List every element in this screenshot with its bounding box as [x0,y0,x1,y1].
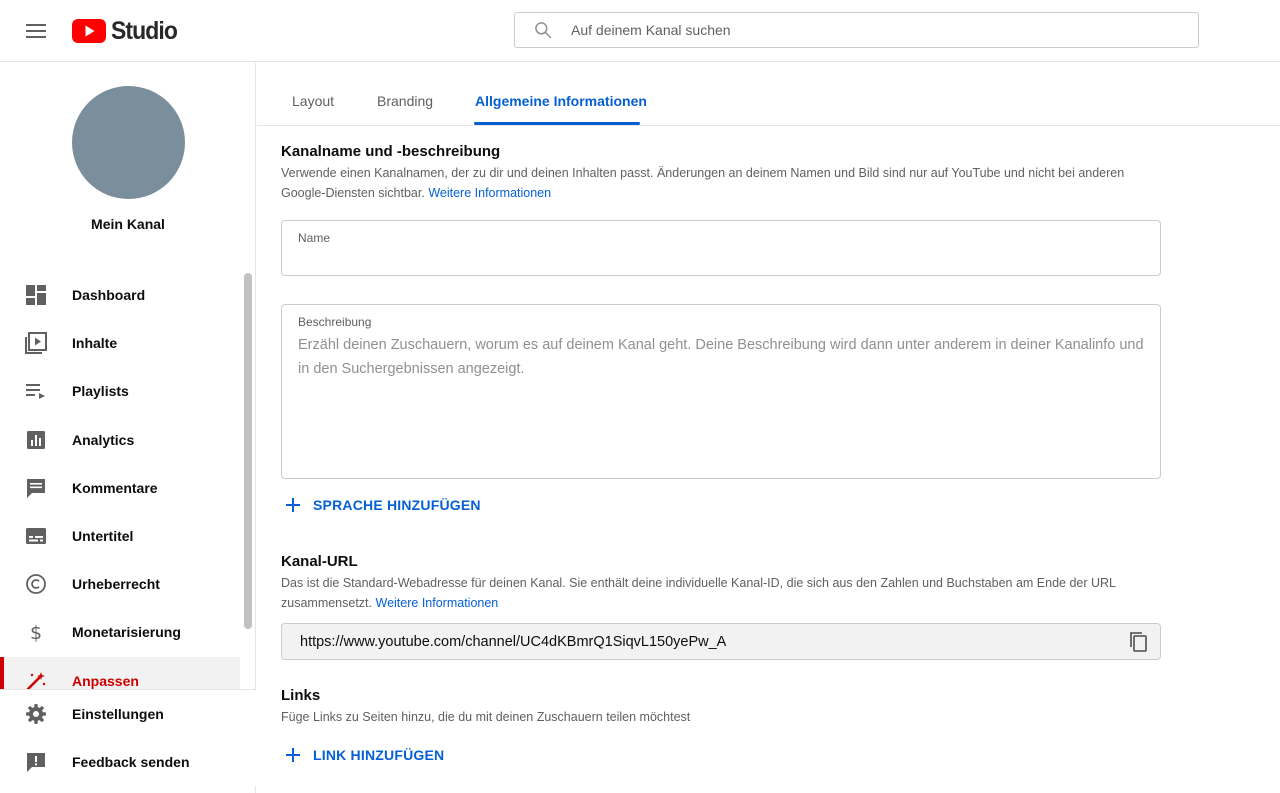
search-icon[interactable] [533,20,553,40]
description-field[interactable]: Beschreibung Erzähl deinen Zuschauern, w… [281,304,1161,479]
active-tab-underline [474,122,640,125]
name-section-description-text: Verwende einen Kanalnamen, der zu dir un… [281,166,1125,200]
url-section-title: Kanal-URL [281,553,358,570]
search-input[interactable] [571,22,1171,38]
learn-more-link[interactable]: Weitere Informationen [376,596,499,610]
name-field[interactable]: Name [281,220,1161,276]
tab-layout[interactable]: Layout [292,93,334,109]
channel-url-field[interactable]: https://www.youtube.com/channel/UC4dKBmr… [281,623,1161,660]
sidebar-item-playlists[interactable]: Playlists [0,367,240,415]
sidebar-item-label: Monetarisierung [72,624,181,641]
sidebar-item-label: Urheberrecht [72,576,160,593]
sidebar-item-label: Dashboard [72,287,146,304]
content-icon [24,331,48,355]
add-link-label: LINK HINZUFÜGEN [313,747,445,763]
sidebar-item-label: Playlists [72,383,129,400]
playlist-icon [24,379,48,403]
sidebar-item-untertitel[interactable]: Untertitel [0,512,240,560]
sidebar-bottom-nav: Einstellungen Feedback senden [0,689,256,787]
dollar-icon: $ [24,620,48,644]
main-content: Layout Branding Allgemeine Informationen… [257,63,1280,793]
add-link-button[interactable]: LINK HINZUFÜGEN [281,743,444,767]
search-box[interactable] [514,12,1199,48]
learn-more-link[interactable]: Weitere Informationen [428,186,551,200]
description-field-placeholder: Erzähl deinen Zuschauern, worum es auf d… [298,337,1144,377]
copy-icon[interactable] [1126,630,1150,654]
comments-icon [24,476,48,500]
sidebar: Mein Kanal Dashboard Inhalte Playlists A… [0,63,256,793]
links-section-title: Links [281,687,321,704]
svg-text:$: $ [30,622,42,643]
tab-allgemeine-informationen[interactable]: Allgemeine Informationen [475,93,647,109]
sidebar-nav: Dashboard Inhalte Playlists Analytics Ko… [0,271,240,705]
plus-icon [281,493,305,517]
url-section-description: Das ist die Standard-Webadresse für dein… [281,573,1161,613]
links-section-description: Füge Links zu Seiten hinzu, die du mit d… [281,710,691,724]
dashboard-icon [24,283,48,307]
sidebar-item-einstellungen[interactable]: Einstellungen [0,690,256,738]
add-language-label: SPRACHE HINZUFÜGEN [313,497,481,513]
sidebar-item-label: Anpassen [72,672,139,689]
sidebar-item-inhalte[interactable]: Inhalte [0,319,240,367]
logo-text: Studio [111,16,178,45]
sidebar-item-label: Inhalte [72,335,118,352]
sidebar-item-label: Kommentare [72,479,158,496]
tab-branding[interactable]: Branding [377,93,433,109]
sidebar-item-kommentare[interactable]: Kommentare [0,464,240,512]
sidebar-item-feedback[interactable]: Feedback senden [0,738,256,786]
studio-logo[interactable]: Studio [72,16,183,46]
sidebar-item-label: Einstellungen [72,706,164,723]
sidebar-item-label: Untertitel [72,528,134,545]
plus-icon [281,743,305,767]
add-language-button[interactable]: SPRACHE HINZUFÜGEN [281,493,481,517]
sidebar-scrollbar[interactable] [244,273,252,629]
name-field-label: Name [298,231,331,245]
channel-avatar[interactable] [72,86,185,199]
sidebar-item-label: Feedback senden [72,754,190,771]
sidebar-item-urheberrecht[interactable]: Urheberrecht [0,560,240,608]
top-header: Studio [0,0,1280,62]
subtitles-icon [24,524,48,548]
name-section-description: Verwende einen Kanalnamen, der zu dir un… [281,163,1161,203]
sidebar-item-label: Analytics [72,431,135,448]
channel-name: Mein Kanal [91,216,165,232]
name-section-title: Kanalname und -beschreibung [281,143,501,160]
feedback-icon [24,750,48,774]
sidebar-item-analytics[interactable]: Analytics [0,416,240,464]
sidebar-item-monetarisierung[interactable]: $ Monetarisierung [0,608,240,656]
analytics-icon [24,428,48,452]
description-field-label: Beschreibung [298,315,372,329]
gear-icon [24,702,48,726]
tab-bar: Layout Branding Allgemeine Informationen [257,63,1280,126]
channel-url-text[interactable]: https://www.youtube.com/channel/UC4dKBmr… [300,634,726,650]
sidebar-item-dashboard[interactable]: Dashboard [0,271,240,319]
youtube-play-icon [72,19,106,43]
hamburger-menu-icon[interactable] [22,17,50,45]
copyright-icon [24,572,48,596]
